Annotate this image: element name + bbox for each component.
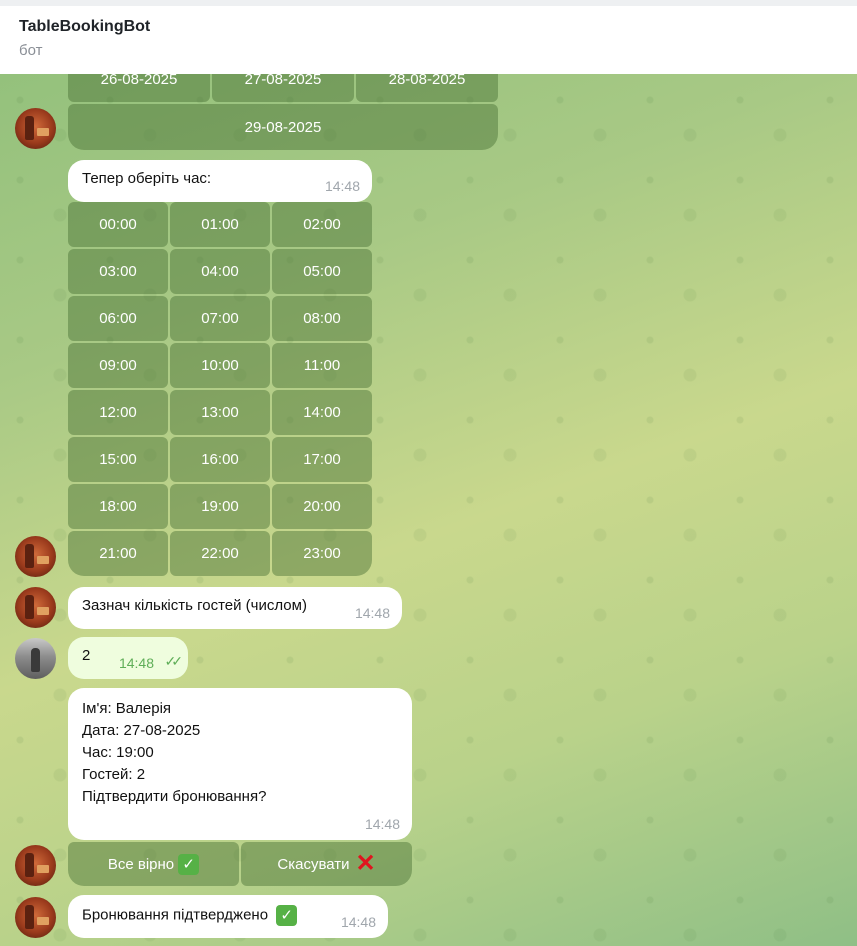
- time-button-label: 15:00: [99, 451, 137, 468]
- cancel-button[interactable]: Скасувати ✕: [241, 842, 412, 886]
- time-button[interactable]: 18:00: [68, 484, 168, 529]
- time-button-label: 12:00: [99, 404, 137, 421]
- summary-question: Підтвердити бронювання?: [82, 788, 267, 805]
- double-check-icon: ✓✓: [164, 653, 184, 669]
- time-button-label: 01:00: [201, 216, 239, 233]
- time-button[interactable]: 23:00: [272, 531, 372, 576]
- time-button[interactable]: 11:00: [272, 343, 372, 388]
- summary-name: Ім'я: Валерія: [82, 700, 172, 717]
- time-button-label: 07:00: [201, 310, 239, 327]
- time-button[interactable]: 08:00: [272, 296, 372, 341]
- bot-avatar[interactable]: [15, 536, 56, 577]
- summary-date: Дата: 27-08-2025: [82, 722, 201, 739]
- time-button-label: 00:00: [99, 216, 137, 233]
- message-time: 14:48: [364, 816, 400, 832]
- confirm-button[interactable]: Все вірно ✓: [68, 842, 239, 886]
- time-button[interactable]: 05:00: [272, 249, 372, 294]
- time-button-label: 20:00: [303, 498, 341, 515]
- time-button-label: 13:00: [201, 404, 239, 421]
- time-button[interactable]: 16:00: [170, 437, 270, 482]
- time-button[interactable]: 10:00: [170, 343, 270, 388]
- check-mark-emoji-icon: ✓: [178, 853, 200, 875]
- label-icon: [37, 607, 49, 615]
- time-button[interactable]: 09:00: [68, 343, 168, 388]
- bot-avatar[interactable]: [15, 108, 56, 149]
- message-text: 2: [82, 647, 91, 664]
- time-button[interactable]: 14:00: [272, 390, 372, 435]
- time-button[interactable]: 13:00: [170, 390, 270, 435]
- time-button-label: 08:00: [303, 310, 341, 327]
- message-time: 14:48: [340, 914, 376, 930]
- message-time: 14:48: [118, 655, 154, 671]
- message-time: 14:48: [324, 178, 360, 194]
- summary-time: Час: 19:00: [82, 744, 154, 761]
- time-button-label: 19:00: [201, 498, 239, 515]
- time-button-label: 18:00: [99, 498, 137, 515]
- bot-avatar[interactable]: [15, 897, 56, 938]
- time-button[interactable]: 06:00: [68, 296, 168, 341]
- bottle-icon: [25, 116, 34, 140]
- label-icon: [37, 865, 49, 873]
- time-button[interactable]: 15:00: [68, 437, 168, 482]
- cancel-button-label: Скасувати: [277, 855, 350, 873]
- time-button-label: 11:00: [303, 357, 341, 374]
- bottle-icon: [25, 905, 34, 929]
- time-button-label: 06:00: [99, 310, 137, 327]
- time-prompt-message: Тепер оберіть час: 14:48: [68, 160, 372, 202]
- time-button-label: 02:00: [303, 216, 341, 233]
- bottle-icon: [25, 853, 34, 877]
- label-icon: [37, 556, 49, 564]
- user-reply-message: 2 14:48 ✓✓: [68, 637, 188, 679]
- time-button[interactable]: 03:00: [68, 249, 168, 294]
- time-button-label: 09:00: [99, 357, 137, 374]
- chat-title: TableBookingBot: [19, 18, 151, 35]
- cross-mark-emoji-icon: ✕: [355, 850, 376, 877]
- message-time: 14:48: [354, 605, 390, 621]
- time-button-label: 17:00: [303, 451, 341, 468]
- time-button-label: 16:00: [201, 451, 239, 468]
- person-icon: [31, 648, 40, 672]
- time-button[interactable]: 02:00: [272, 202, 372, 247]
- label-icon: [37, 917, 49, 925]
- time-button-label: 21:00: [99, 545, 137, 562]
- time-button-label: 23:00: [303, 545, 341, 562]
- time-button[interactable]: 00:00: [68, 202, 168, 247]
- time-button[interactable]: 21:00: [68, 531, 168, 576]
- booking-confirmed-message: Бронювання підтверджено ✓ 14:48: [68, 895, 388, 938]
- summary-guests: Гостей: 2: [82, 766, 146, 783]
- bottle-icon: [25, 544, 34, 568]
- chat-header[interactable]: TableBookingBot бот: [0, 0, 857, 74]
- bot-avatar[interactable]: [15, 587, 56, 628]
- message-text: Тепер оберіть час:: [82, 170, 212, 187]
- chat-subtitle: бот: [19, 42, 43, 59]
- time-button-label: 14:00: [303, 404, 341, 421]
- date-button-label: 29-08-2025: [244, 118, 322, 136]
- time-button[interactable]: 07:00: [170, 296, 270, 341]
- label-icon: [37, 128, 49, 136]
- message-text: Бронювання підтверджено: [82, 906, 269, 924]
- time-button[interactable]: 20:00: [272, 484, 372, 529]
- check-mark-emoji-icon: ✓: [276, 905, 298, 926]
- time-button[interactable]: 19:00: [170, 484, 270, 529]
- time-button-label: 05:00: [303, 263, 341, 280]
- message-text: Зазнач кількість гостей (числом): [82, 597, 307, 614]
- time-button[interactable]: 22:00: [170, 531, 270, 576]
- confirm-button-label: Все вірно: [107, 855, 175, 873]
- time-button-label: 04:00: [201, 263, 239, 280]
- time-button-label: 10:00: [201, 357, 239, 374]
- time-button[interactable]: 12:00: [68, 390, 168, 435]
- booking-summary-message: Ім'я: Валерія Дата: 27-08-2025 Час: 19:0…: [68, 688, 412, 840]
- date-button-3[interactable]: 29-08-2025: [68, 104, 498, 150]
- time-button[interactable]: 01:00: [170, 202, 270, 247]
- time-button-label: 03:00: [99, 263, 137, 280]
- time-button[interactable]: 17:00: [272, 437, 372, 482]
- guests-prompt-message: Зазнач кількість гостей (числом) 14:48: [68, 587, 402, 629]
- time-button-label: 22:00: [201, 545, 239, 562]
- bottle-icon: [25, 595, 34, 619]
- bot-avatar[interactable]: [15, 845, 56, 886]
- user-avatar[interactable]: [15, 638, 56, 679]
- time-button[interactable]: 04:00: [170, 249, 270, 294]
